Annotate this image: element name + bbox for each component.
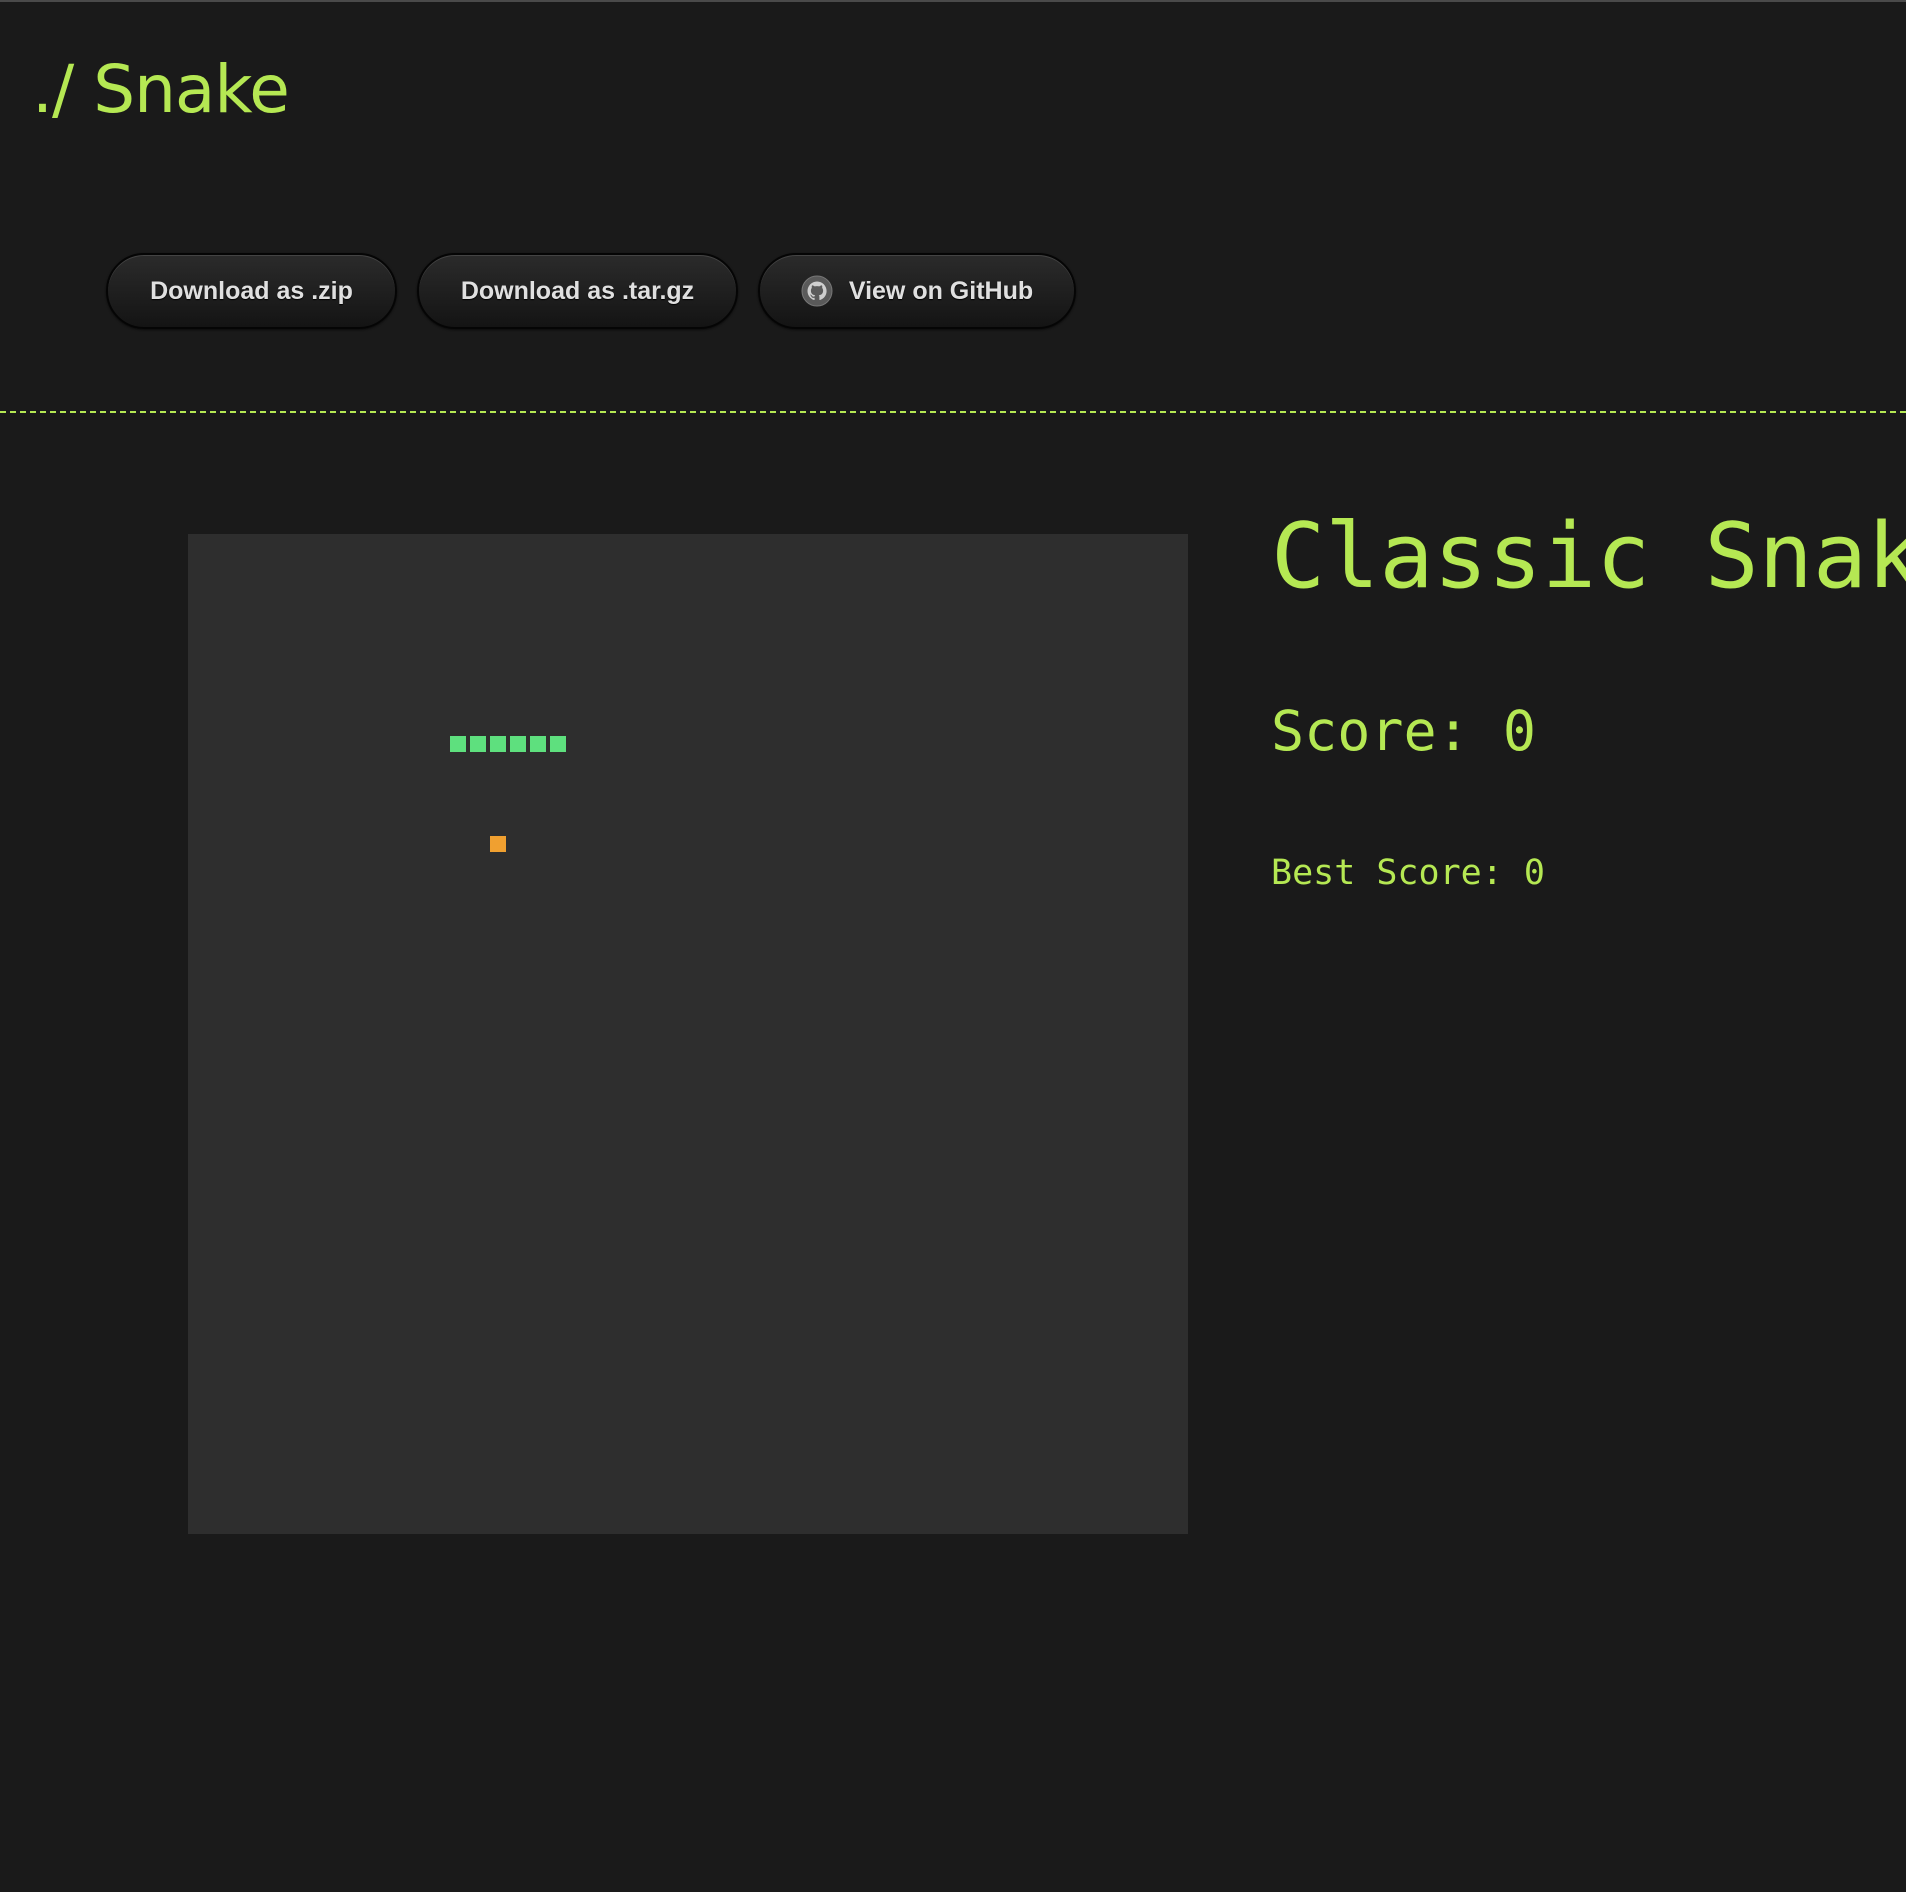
score-display: Score: 0 — [1271, 696, 1536, 766]
view-on-github-button[interactable]: View on GitHub — [758, 253, 1076, 329]
snake-segment — [550, 736, 566, 752]
dashed-divider — [0, 411, 1906, 413]
snake-segment — [530, 736, 546, 752]
game-canvas — [450, 736, 566, 852]
score-label: Score: — [1271, 699, 1470, 763]
score-value: 0 — [1502, 699, 1536, 763]
game-board[interactable] — [188, 534, 1188, 1534]
snake-segment — [490, 736, 506, 752]
snake-segment — [510, 736, 526, 752]
site-title: ./ Snake — [32, 51, 290, 128]
download-zip-label: Download as .zip — [150, 276, 353, 305]
download-zip-button[interactable]: Download as .zip — [106, 253, 397, 329]
download-tar-label: Download as .tar.gz — [460, 276, 695, 305]
food-pellet — [490, 836, 506, 852]
snake-segment — [470, 736, 486, 752]
best-score-label: Best Score: — [1271, 853, 1503, 893]
best-score-display: Best Score: 0 — [1271, 850, 1545, 896]
best-score-value: 0 — [1523, 853, 1545, 893]
view-on-github-label: View on GitHub — [848, 276, 1034, 305]
game-title: Classic Snake — [1271, 504, 1906, 609]
snake-segment — [450, 736, 466, 752]
download-tar-button[interactable]: Download as .tar.gz — [417, 253, 738, 329]
github-icon — [801, 275, 833, 307]
